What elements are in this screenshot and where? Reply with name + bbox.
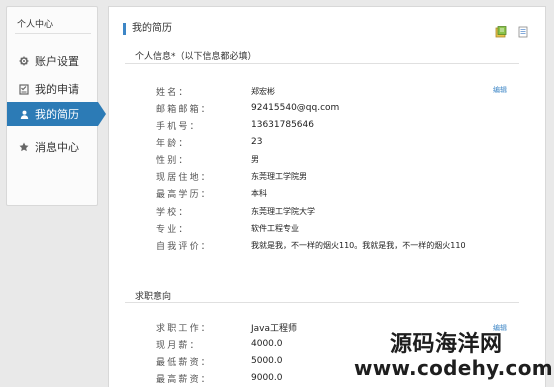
star-icon	[17, 142, 31, 152]
field-value: 我就是我，不一样的烟火110。我就是我，不一样的烟火110	[251, 240, 466, 250]
field-label: 求职工作：	[156, 323, 213, 334]
sidebar-item-my-resume[interactable]: 我的简历	[7, 102, 106, 126]
field-label: 现居住地：	[156, 172, 213, 183]
sidebar-item-label: 账户设置	[35, 55, 79, 68]
watermark-url: www.codehy.com	[354, 356, 553, 380]
edit-personal-info-link[interactable]: 编辑	[493, 85, 507, 95]
field-value: 5000.0	[251, 356, 283, 366]
field-row-education: 最高学历： 本科	[156, 186, 267, 200]
user-icon	[17, 110, 31, 119]
sidebar-heading: 个人中心	[17, 20, 54, 30]
gear-icon	[17, 56, 31, 66]
field-value: 4000.0	[251, 339, 283, 349]
personal-info-heading: 个人信息*（以下信息都必填）	[135, 52, 257, 62]
sidebar-item-label: 我的简历	[35, 108, 79, 121]
field-label: 年龄：	[156, 138, 190, 149]
field-value: 13631785646	[251, 120, 314, 130]
document-icon[interactable]	[517, 23, 529, 38]
field-row-residence: 现居住地： 东莞理工学院男	[156, 169, 307, 183]
watermark-title: 源码海洋网	[390, 332, 503, 357]
field-value: 郑宏彬	[251, 86, 275, 96]
sidebar-item-label: 消息中心	[35, 141, 79, 154]
sidebar-item-my-applications[interactable]: 我的申请	[7, 77, 98, 101]
field-row-age: 年龄： 23	[156, 135, 262, 149]
field-value: 男	[251, 154, 259, 164]
field-value: 东莞理工学院男	[251, 171, 307, 181]
divider	[125, 63, 519, 64]
field-value: 9000.0	[251, 373, 283, 383]
field-value: 92415540@qq.com	[251, 103, 340, 113]
field-row-desired-job: 求职工作： Java工程师	[156, 320, 297, 334]
sidebar-item-message-center[interactable]: 消息中心	[7, 135, 98, 159]
field-label: 专业：	[156, 224, 190, 235]
field-value: 软件工程专业	[251, 223, 299, 233]
checklist-icon	[17, 83, 31, 95]
field-label: 邮箱邮箱：	[156, 104, 213, 115]
field-value: 东莞理工学院大学	[251, 206, 315, 216]
sidebar-item-account-settings[interactable]: 账户设置	[7, 49, 98, 73]
field-value: 23	[251, 137, 263, 147]
field-label: 性别：	[156, 155, 190, 166]
field-label: 最高薪资：	[156, 374, 213, 385]
field-row-name: 姓名： 郑宏彬	[156, 84, 275, 98]
field-label: 最低薪资：	[156, 357, 213, 368]
field-label: 学校：	[156, 207, 190, 218]
field-label: 姓名：	[156, 87, 190, 98]
field-label: 自我评价：	[156, 241, 213, 252]
field-row-max-salary: 最高薪资： 9000.0	[156, 371, 283, 385]
divider	[125, 302, 519, 303]
field-label: 现月薪：	[156, 340, 201, 351]
sidebar-item-label: 我的申请	[35, 83, 79, 96]
field-row-current-salary: 现月薪： 4000.0	[156, 337, 283, 351]
field-value: 本科	[251, 188, 267, 198]
page-title: 我的简历	[123, 23, 172, 35]
field-value: Java工程师	[251, 323, 298, 334]
field-row-school: 学校： 东莞理工学院大学	[156, 204, 315, 218]
field-label: 最高学历：	[156, 189, 213, 200]
sidebar: 个人中心 账户设置 我的申请 我的简历 消息中心	[6, 6, 106, 206]
field-row-gender: 性别： 男	[156, 152, 259, 166]
field-row-email: 邮箱邮箱： 92415540@qq.com	[156, 101, 339, 115]
field-label: 手机号：	[156, 121, 201, 132]
field-row-major: 专业： 软件工程专业	[156, 221, 299, 235]
field-row-min-salary: 最低薪资： 5000.0	[156, 354, 283, 368]
divider	[15, 33, 91, 34]
field-row-phone: 手机号： 13631785646	[156, 118, 314, 132]
job-intent-heading: 求职意向	[135, 292, 172, 302]
export-icon[interactable]	[495, 23, 507, 38]
field-row-self-evaluation: 自我评价： 我就是我，不一样的烟火110。我就是我，不一样的烟火110	[156, 238, 466, 252]
